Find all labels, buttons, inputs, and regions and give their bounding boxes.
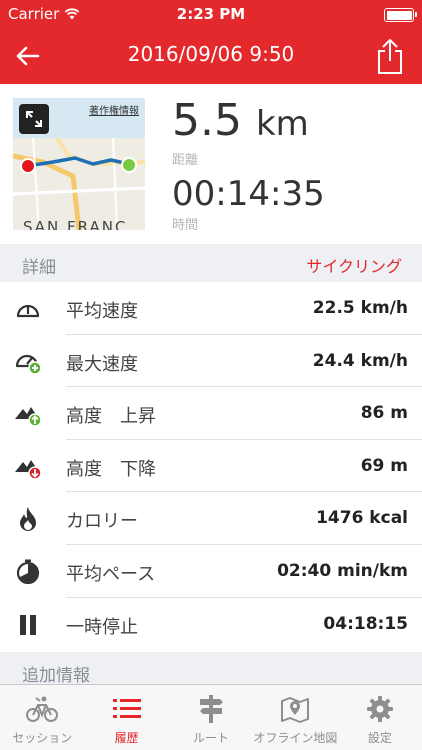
detail-value: 02:40 min/km — [277, 560, 408, 581]
tab-settings[interactable]: 設定 — [338, 685, 422, 750]
max-speed-icon — [14, 348, 42, 376]
detail-row-calories: カロリー 1476 kcal — [0, 492, 422, 545]
share-icon — [378, 39, 402, 74]
distance-label: 距離 — [172, 153, 199, 168]
detail-row-elevation-down: 高度 下降 69 m — [0, 440, 422, 493]
detail-label: 一時停止 — [66, 616, 138, 638]
end-marker — [121, 157, 137, 173]
extra-info-title: 追加情報 — [22, 666, 90, 686]
duration-label: 時間 — [172, 218, 199, 233]
tab-route[interactable]: ルート — [169, 685, 253, 750]
battery-icon — [384, 8, 417, 22]
details-list: 平均速度 22.5 km/h 最大速度 24.4 km/h 高度 上昇 86 m… — [0, 282, 422, 650]
distance-unit: km — [255, 104, 309, 144]
detail-label: 平均ペース — [66, 563, 156, 585]
distance-value: 5.5 — [172, 95, 242, 146]
activity-type-button[interactable]: サイクリング — [306, 253, 402, 277]
expand-icon — [26, 111, 42, 127]
map-icon — [280, 691, 310, 727]
page-title: 2016/09/06 9:50 — [127, 42, 295, 66]
navigation-bar: 2016/09/06 9:50 — [0, 28, 422, 84]
route-map[interactable]: 著作権情報 SAN FRANC — [13, 98, 145, 230]
tab-label: 設定 — [367, 731, 392, 745]
elevation-down-icon — [14, 453, 42, 481]
detail-row-elevation-up: 高度 上昇 86 m — [0, 387, 422, 440]
detail-label: カロリー — [66, 511, 138, 533]
cycling-session-icon — [25, 691, 59, 727]
session-summary: 著作権情報 SAN FRANC 5.5 km 距離 00:14:35 時間 — [0, 84, 422, 244]
start-marker — [20, 158, 36, 174]
detail-label: 最大速度 — [66, 353, 138, 375]
pace-icon — [14, 558, 42, 586]
list-icon — [112, 691, 141, 727]
details-title: 詳細 — [22, 258, 56, 278]
tab-label: ルート — [193, 731, 230, 745]
map-city-label: SAN FRANC — [23, 218, 128, 230]
tab-bar: セッション 履歴 ルート オフライン地図 設定 — [0, 684, 422, 750]
detail-label: 高度 上昇 — [66, 406, 156, 428]
share-button[interactable] — [370, 34, 410, 78]
detail-label: 平均速度 — [66, 301, 138, 322]
detail-row-pace: 平均ペース 02:40 min/km — [0, 545, 422, 598]
extra-info-header: 追加情報 — [0, 652, 422, 686]
map-copyright-link[interactable]: 著作権情報 — [89, 102, 139, 117]
duration-stat: 00:14:35 時間 — [172, 174, 325, 233]
tab-label: 履歴 — [114, 731, 139, 745]
flame-icon — [14, 505, 42, 533]
gear-icon — [366, 691, 393, 727]
pause-icon — [14, 611, 42, 639]
signpost-icon — [198, 691, 224, 727]
elevation-up-icon — [14, 400, 42, 428]
detail-label: 高度 下降 — [66, 458, 156, 480]
details-header: 詳細 サイクリング — [0, 244, 422, 282]
detail-value: 1476 kcal — [316, 508, 408, 529]
duration-value: 00:14:35 — [172, 174, 325, 214]
tab-offline-map[interactable]: オフライン地図 — [253, 685, 337, 750]
clock: 2:23 PM — [176, 5, 246, 23]
detail-value: 22.5 km/h — [312, 298, 408, 318]
tab-session[interactable]: セッション — [0, 685, 84, 750]
tab-history[interactable]: 履歴 — [84, 685, 168, 750]
speedometer-icon — [14, 295, 42, 323]
distance-stat: 5.5 km 距離 — [172, 95, 309, 169]
detail-value: 04:18:15 — [323, 613, 408, 634]
detail-row-pause: 一時停止 04:18:15 — [0, 598, 422, 651]
tab-label: セッション — [12, 731, 73, 745]
detail-value: 86 m — [360, 403, 408, 424]
detail-value: 69 m — [360, 455, 408, 476]
detail-value: 24.4 km/h — [312, 350, 408, 371]
detail-row-avg-speed: 平均速度 22.5 km/h — [0, 282, 422, 335]
detail-row-max-speed: 最大速度 24.4 km/h — [0, 335, 422, 388]
tab-label: オフライン地図 — [253, 731, 338, 745]
status-bar: Carrier 2:23 PM — [0, 0, 422, 28]
expand-map-button[interactable] — [19, 104, 49, 134]
